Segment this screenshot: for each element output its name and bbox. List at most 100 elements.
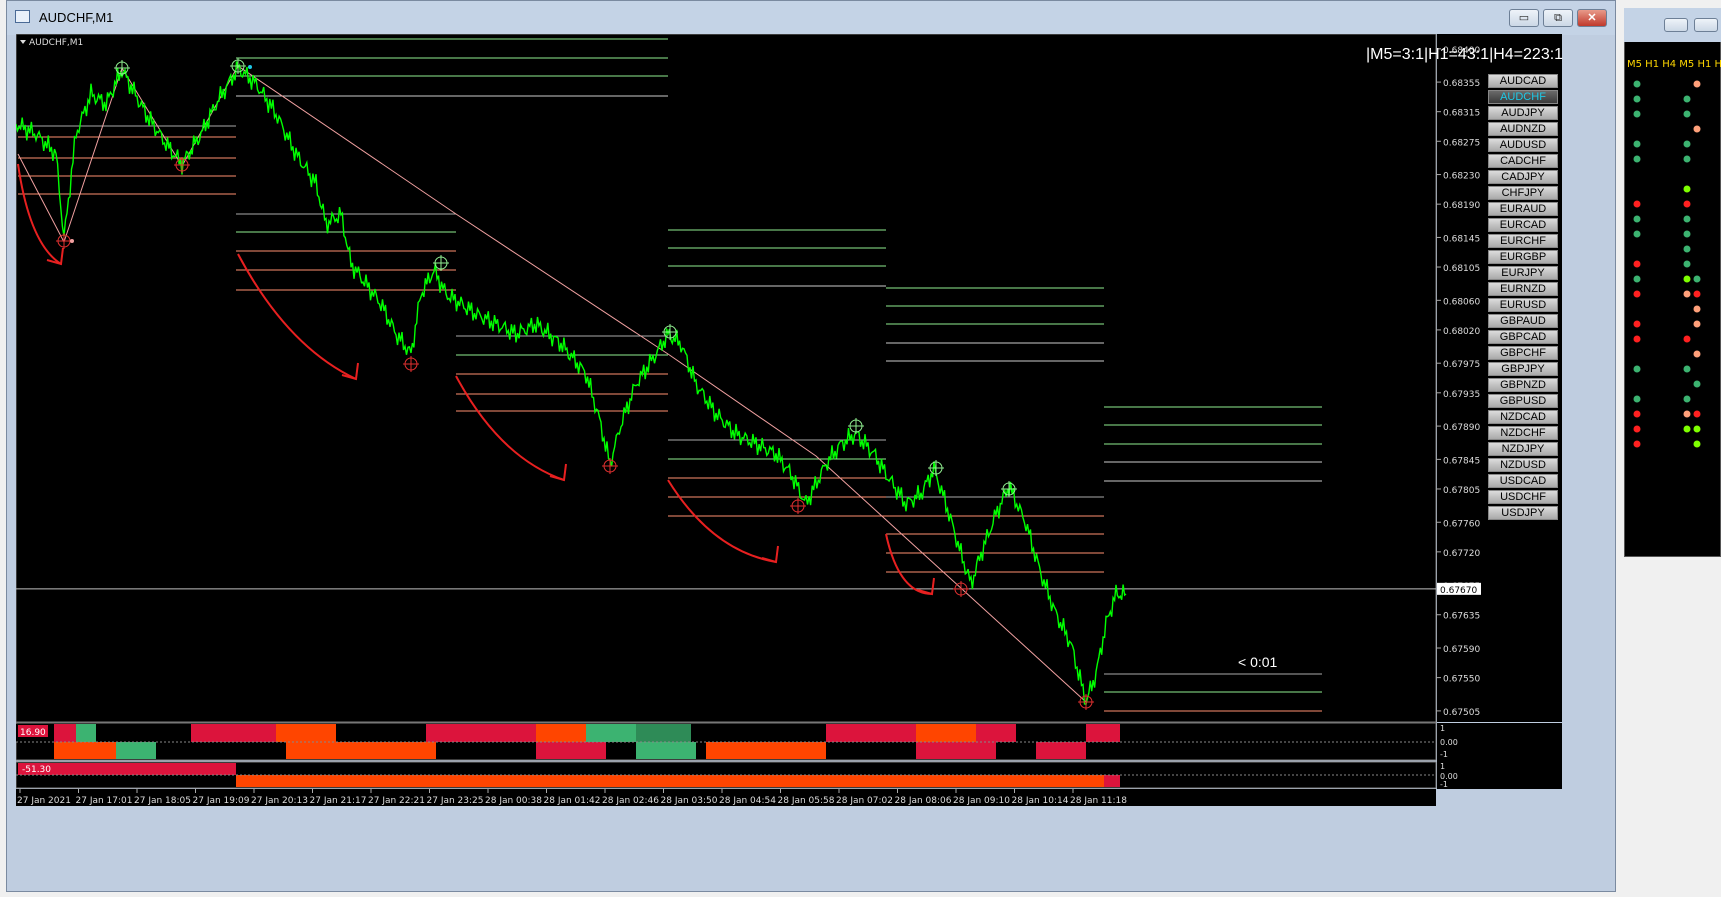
- pair-button-cadchf[interactable]: CADCHF: [1488, 154, 1558, 168]
- indicator1-bar: [826, 724, 916, 742]
- indicator1-bar: [1036, 742, 1086, 759]
- signal-dot: [1693, 440, 1701, 448]
- indicator1-bar: [116, 742, 156, 759]
- indicator1-bar: [276, 724, 336, 742]
- pair-button-list: AUDCAD AUDCHF AUDJPY AUDNZD AUDUSD CADCHF CADJ…: [1488, 74, 1558, 522]
- pair-button-usdcad[interactable]: USDCAD: [1488, 474, 1558, 488]
- signal-dot: [1683, 230, 1691, 238]
- signal-dot: [1683, 140, 1691, 148]
- indicator2-scale: 1: [1440, 762, 1445, 771]
- pair-button-gbpcad[interactable]: GBPCAD: [1488, 330, 1558, 344]
- pair-button-gbpaud[interactable]: GBPAUD: [1488, 314, 1558, 328]
- time-tick: 27 Jan 20:13: [251, 796, 308, 806]
- indicator1-scale: 0.00: [1440, 738, 1458, 747]
- signal-dot: [1633, 410, 1641, 418]
- indicator1-bar: [191, 724, 276, 742]
- pair-button-cadjpy[interactable]: CADJPY: [1488, 170, 1558, 184]
- signal-dot: [1683, 200, 1691, 208]
- time-tick: 28 Jan 07:02: [836, 796, 893, 806]
- indicator1-value: 16.90: [20, 728, 46, 738]
- indicator1-bar: [54, 724, 76, 742]
- price-tick: 0.67550: [1443, 675, 1480, 685]
- pair-button-gbpusd[interactable]: GBPUSD: [1488, 394, 1558, 408]
- pair-button-audusd[interactable]: AUDUSD: [1488, 138, 1558, 152]
- pair-button-audchf[interactable]: AUDCHF: [1488, 90, 1558, 104]
- pair-button-eurcad[interactable]: EURCAD: [1488, 218, 1558, 232]
- price-tick: 0.68020: [1443, 327, 1480, 337]
- side-panel-signals: M5 H1 H4 M5 H1 H4: [1627, 59, 1721, 448]
- indicator1-scale: -1: [1440, 750, 1448, 759]
- pair-button-gbpchf[interactable]: GBPCHF: [1488, 346, 1558, 360]
- pair-button-nzdchf[interactable]: NZDCHF: [1488, 426, 1558, 440]
- indicator1-bar: [691, 724, 826, 742]
- pair-button-gbpnzd[interactable]: GBPNZD: [1488, 378, 1558, 392]
- indicator1-bar: [1016, 724, 1086, 742]
- bar-timer-label: < 0:01: [1238, 654, 1278, 670]
- minimize-button[interactable]: ▭: [1509, 9, 1539, 27]
- signal-dot: [1693, 380, 1701, 388]
- signal-dot: [1633, 440, 1641, 448]
- pair-button-eurjpy[interactable]: EURJPY: [1488, 266, 1558, 280]
- close-button[interactable]: ✕: [1577, 9, 1607, 27]
- time-tick: 28 Jan 01:42: [544, 796, 601, 806]
- indicator1-bar: [636, 742, 696, 759]
- signal-dot: [1633, 320, 1641, 328]
- signal-dot: [1693, 290, 1701, 298]
- pair-button-chfjpy[interactable]: CHFJPY: [1488, 186, 1558, 200]
- pair-button-nzdusd[interactable]: NZDUSD: [1488, 458, 1558, 472]
- indicator1-bar: [916, 742, 996, 759]
- pivot-dot: [248, 65, 252, 69]
- signal-dot: [1633, 395, 1641, 403]
- signal-dot: [1633, 335, 1641, 343]
- restore-button[interactable]: ⧉: [1543, 9, 1573, 27]
- indicator1-bar: [706, 742, 826, 759]
- indicator2-bar: [236, 775, 1104, 787]
- price-tick: 0.68315: [1443, 109, 1480, 119]
- signal-dot: [1683, 290, 1691, 298]
- indicator1-bar: [76, 724, 96, 742]
- price-tick: 0.67635: [1443, 612, 1480, 622]
- pair-button-audnzd[interactable]: AUDNZD: [1488, 122, 1558, 136]
- indicator1-bar: [586, 724, 636, 742]
- price-tick: 0.67975: [1443, 360, 1480, 370]
- signal-dot: [1683, 335, 1691, 343]
- pair-button-eurchf[interactable]: EURCHF: [1488, 234, 1558, 248]
- window-title: AUDCHF,M1: [39, 10, 114, 25]
- title-bar[interactable]: AUDCHF,M1 ▭ ⧉ ✕: [7, 1, 1615, 35]
- time-tick: 27 Jan 21:17: [310, 796, 367, 806]
- signal-dot: [1683, 410, 1691, 418]
- current-price-label: 0.67670: [1440, 586, 1477, 596]
- pivot-dot: [70, 239, 74, 243]
- indicator1-bar: [536, 724, 586, 742]
- indicator1-bar: [976, 724, 1016, 742]
- signal-dot: [1683, 365, 1691, 373]
- pair-button-audjpy[interactable]: AUDJPY: [1488, 106, 1558, 120]
- signal-dot: [1633, 155, 1641, 163]
- indicator1-bar: [336, 724, 426, 742]
- pair-button-usdjpy[interactable]: USDJPY: [1488, 506, 1558, 520]
- pair-button-nzdcad[interactable]: NZDCAD: [1488, 410, 1558, 424]
- pair-button-eurnzd[interactable]: EURNZD: [1488, 282, 1558, 296]
- price-chart[interactable]: 0.684000.683550.683150.682750.682300.681…: [16, 34, 1562, 880]
- time-tick: 28 Jan 05:58: [778, 796, 835, 806]
- price-tick: 0.68190: [1443, 201, 1480, 211]
- signal-dot: [1633, 110, 1641, 118]
- indicator1-bar: [916, 724, 976, 742]
- chart-window-icon: [15, 10, 30, 23]
- indicator1-bar: [426, 724, 536, 742]
- pair-button-audcad[interactable]: AUDCAD: [1488, 74, 1558, 88]
- signal-dot: [1633, 260, 1641, 268]
- pair-button-usdchf[interactable]: USDCHF: [1488, 490, 1558, 504]
- price-tick: 0.68275: [1443, 138, 1480, 148]
- signal-dot: [1633, 230, 1641, 238]
- signal-dot: [1693, 410, 1701, 418]
- side-panel-minimize-button[interactable]: [1664, 18, 1688, 32]
- pair-button-gbpjpy[interactable]: GBPJPY: [1488, 362, 1558, 376]
- pair-button-euraud[interactable]: EURAUD: [1488, 202, 1558, 216]
- side-panel-restore-button[interactable]: [1694, 18, 1718, 32]
- chart-area[interactable]: 0.68400 0.68355 0.68315 0.68275 0.68230 0.681…: [16, 34, 1563, 880]
- pair-button-eurusd[interactable]: EURUSD: [1488, 298, 1558, 312]
- pair-button-nzdjpy[interactable]: NZDJPY: [1488, 442, 1558, 456]
- signal-dot: [1693, 80, 1701, 88]
- pair-button-eurgbp[interactable]: EURGBP: [1488, 250, 1558, 264]
